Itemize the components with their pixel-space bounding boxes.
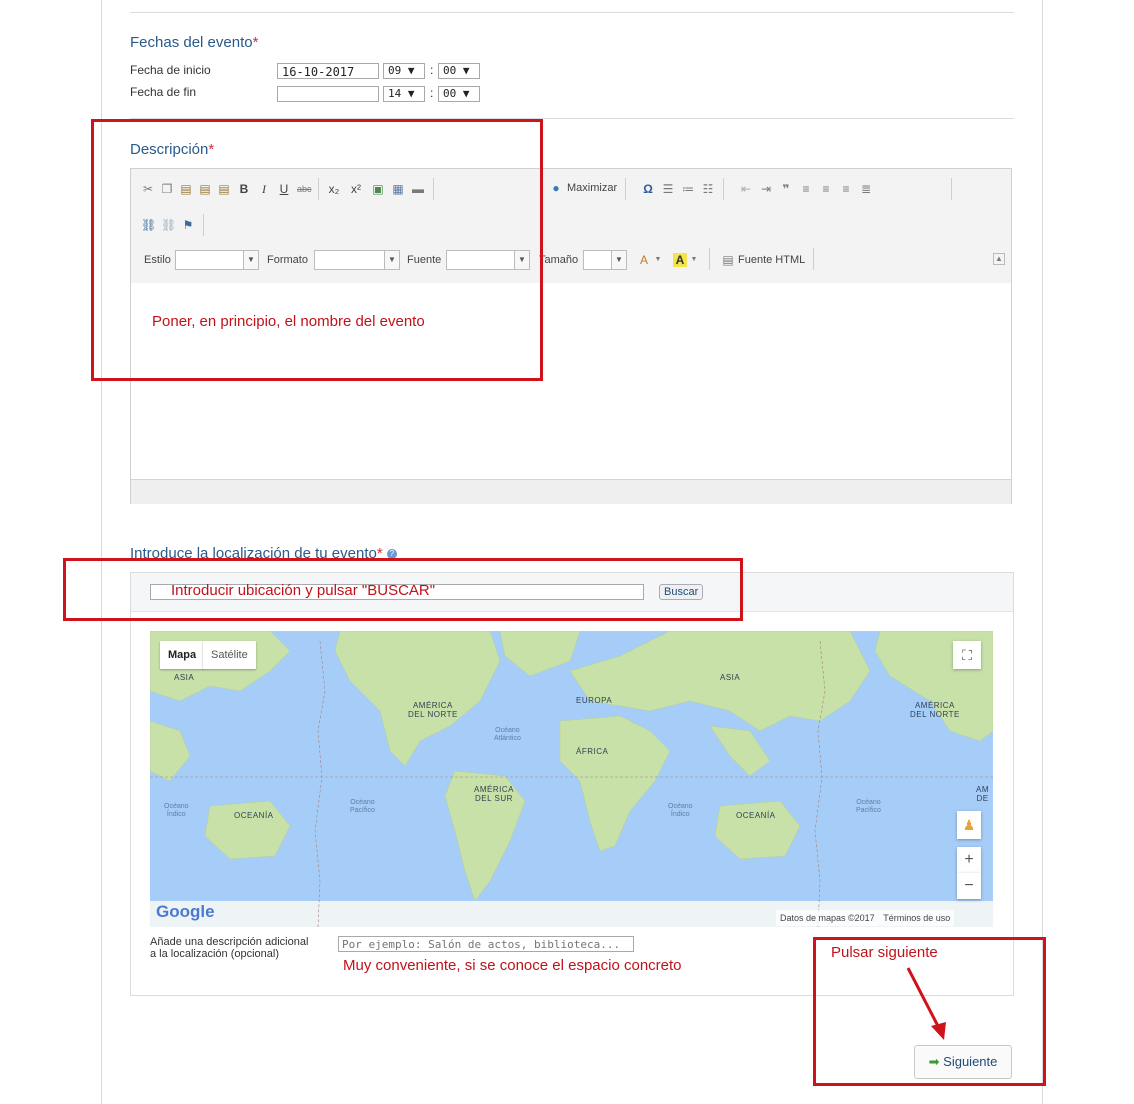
- toolbar-separator: [951, 178, 952, 200]
- map-label-indian-ocean: Océano Índico: [668, 803, 693, 818]
- map-label-indian-ocean: Océano Índico: [164, 803, 189, 818]
- start-hour-select[interactable]: 09 ▼: [383, 63, 425, 79]
- pegman-icon[interactable]: ♟: [957, 811, 981, 839]
- size-combo[interactable]: ▼: [583, 250, 627, 270]
- toolbar-separator: [625, 178, 626, 200]
- end-hour-select[interactable]: 14 ▼: [383, 86, 425, 102]
- end-date-input[interactable]: [277, 86, 379, 102]
- map-view[interactable]: ASIA ASIA AMÉRICA DEL NORTE AMÉRICA DEL …: [150, 631, 993, 927]
- zoom-in-button[interactable]: +: [957, 847, 981, 873]
- toolbar-separator: [709, 248, 710, 270]
- map-label-europe: EUROPA: [576, 696, 613, 705]
- map-label-north-america: AMÉRICA DEL NORTE: [910, 701, 960, 719]
- editor-status-bar: [131, 479, 1011, 504]
- map-label-pacific-ocean: Océano Pacífico: [856, 799, 881, 814]
- map-label-south-america: AMÉRICA DEL SUR: [474, 785, 514, 803]
- align-center-icon[interactable]: ≡: [819, 182, 833, 196]
- chevron-down-icon[interactable]: ▼: [651, 253, 665, 267]
- world-map-drawing: [150, 631, 993, 927]
- top-divider: [130, 12, 1014, 13]
- map-label-asia: ASIA: [174, 673, 195, 682]
- toolbar-separator: [813, 248, 814, 270]
- fullscreen-icon[interactable]: ⛶: [953, 641, 981, 669]
- map-label-america-partial: AM DE: [976, 785, 989, 803]
- map-label-pacific-ocean: Océano Pacífico: [350, 799, 375, 814]
- maximize-button[interactable]: Maximizar: [567, 182, 617, 194]
- justify-icon[interactable]: ≣: [859, 182, 873, 196]
- map-label-atlantic-ocean: Océano Atlántico: [494, 727, 521, 742]
- end-minute-select[interactable]: 00 ▼: [438, 86, 480, 102]
- blockquote-icon[interactable]: ❞: [779, 182, 793, 196]
- google-logo: Google: [156, 902, 215, 921]
- size-label: Tamaño: [539, 254, 579, 266]
- special-icon[interactable]: ☰: [661, 182, 675, 196]
- ordered-list-icon[interactable]: ≔: [681, 182, 695, 196]
- align-left-icon[interactable]: ≡: [799, 182, 813, 196]
- chevron-down-icon[interactable]: ▼: [687, 253, 701, 267]
- next-annotation-box: [813, 937, 1046, 1086]
- bg-color-icon[interactable]: A: [673, 253, 687, 267]
- end-time-colon: :: [430, 86, 434, 100]
- map-label-oceania: OCEANÍA: [234, 811, 274, 820]
- extra-description-annotation: Muy conveniente, si se conoce el espacio…: [343, 957, 682, 974]
- chevron-down-icon: ▼: [611, 251, 626, 269]
- start-minute-select[interactable]: 00 ▼: [438, 63, 480, 79]
- extra-description-label: Añade una descripción adicional a la loc…: [150, 936, 309, 960]
- map-terms-link[interactable]: Términos de uso: [883, 913, 950, 923]
- html-source-button[interactable]: Fuente HTML: [738, 254, 805, 266]
- toolbar-separator: [723, 178, 724, 200]
- map-type-satellite-tab[interactable]: Satélite: [203, 641, 256, 669]
- outdent-icon[interactable]: ⇤: [739, 182, 753, 196]
- globe-icon[interactable]: ●: [549, 181, 563, 195]
- collapse-toolbar-icon[interactable]: ▲: [993, 253, 1005, 265]
- map-type-map-tab[interactable]: Mapa: [160, 641, 205, 669]
- end-date-label: Fecha de fin: [130, 85, 197, 99]
- text-color-icon[interactable]: A: [637, 253, 651, 267]
- start-date-input[interactable]: 16-10-2017: [277, 63, 379, 79]
- map-label-asia: ASIA: [720, 673, 741, 682]
- map-attribution: Datos de mapas ©2017 Términos de uso: [776, 910, 955, 926]
- start-date-label: Fecha de inicio: [130, 63, 211, 77]
- map-label-oceania: OCEANÍA: [736, 811, 776, 820]
- extra-description-input[interactable]: [338, 936, 634, 952]
- map-label-africa: ÁFRICA: [576, 747, 609, 756]
- align-right-icon[interactable]: ≡: [839, 182, 853, 196]
- bullet-list-icon[interactable]: ☷: [701, 182, 715, 196]
- source-icon[interactable]: ▤: [721, 253, 735, 267]
- start-time-colon: :: [430, 63, 434, 77]
- description-annotation-box: [91, 119, 543, 381]
- indent-icon[interactable]: ⇥: [759, 182, 773, 196]
- zoom-out-button[interactable]: −: [957, 873, 981, 899]
- dates-title: Fechas del evento*: [130, 34, 259, 51]
- omega-icon[interactable]: Ω: [641, 182, 655, 196]
- map-label-north-america: AMÉRICA DEL NORTE: [408, 701, 458, 719]
- location-annotation-box: [63, 558, 743, 621]
